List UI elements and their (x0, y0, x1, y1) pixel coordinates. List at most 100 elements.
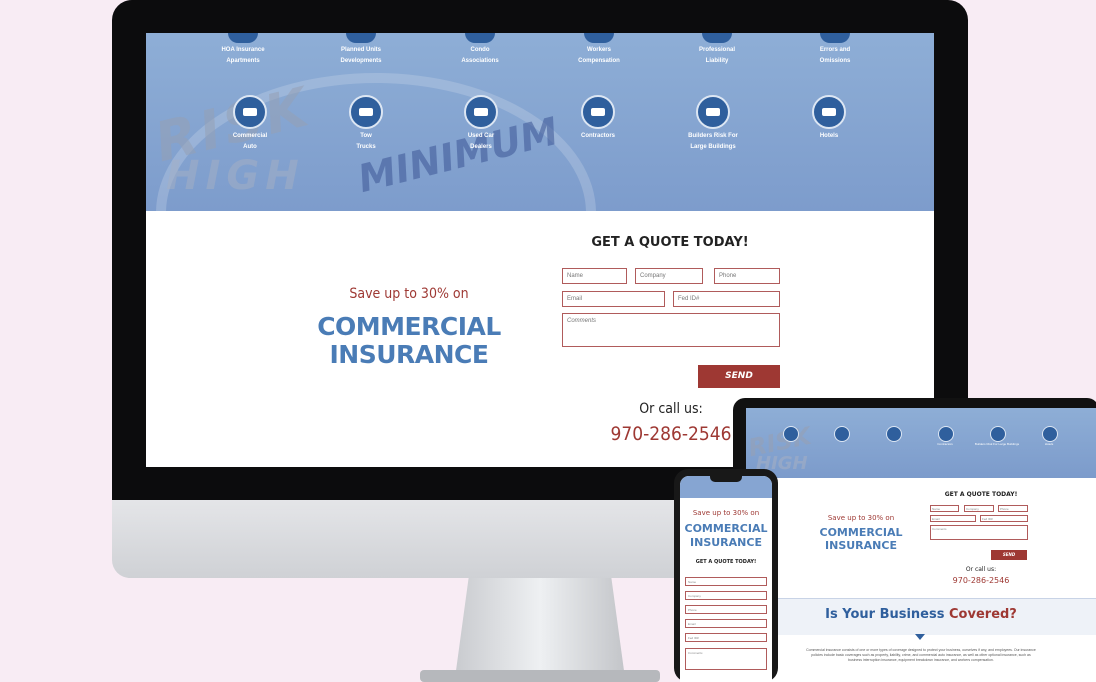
service-hoa[interactable]: HOA Insurance Apartments (188, 33, 298, 67)
phone-field[interactable]: Phone (714, 268, 780, 284)
tablet-label-hotels: Hotels (1044, 442, 1054, 446)
used-car-icon (464, 95, 498, 129)
service-workers-comp[interactable]: Workers Compensation (544, 33, 654, 67)
tablet-quote-title: GET A QUOTE TODAY! (944, 491, 1018, 498)
tablet-commercial-heading: COMMERCIAL INSURANCE (806, 526, 916, 552)
tablet-comments-field[interactable]: Comments (930, 525, 1028, 540)
service-used-car-dealers[interactable]: Used Car Dealers (426, 95, 536, 153)
service-label: Workers (587, 47, 611, 53)
phone-commercial-heading: COMMERCIAL INSURANCE (680, 522, 772, 550)
name-field[interactable]: Name (562, 268, 627, 284)
service-planned-units[interactable]: Planned Units Developments (306, 33, 416, 67)
covered-heading: Is Your Business Covered? (746, 607, 1096, 622)
heading-line-2: INSURANCE (825, 539, 897, 552)
tablet-fed-id-field[interactable]: Fed ID# (980, 515, 1028, 522)
tablet-hero: RISK HIGH Contractors Builders Risk For … (746, 408, 1096, 478)
heading-line-1: COMMERCIAL (819, 526, 903, 539)
tablet-phone-field[interactable]: Phone (998, 505, 1028, 512)
service-label: Planned Units (340, 47, 381, 53)
service-label: Condo (470, 47, 490, 53)
down-arrow-icon (915, 634, 925, 640)
service-builders-risk[interactable]: Builders Risk For Large Buildings (658, 95, 768, 153)
save-tagline: Save up to 30% on (349, 286, 469, 302)
workers-comp-icon (584, 33, 614, 43)
service-label: Errors and (819, 47, 851, 53)
tablet-label-builders: Builders Risk For Large Buildings (974, 442, 1020, 446)
service-label: Auto (243, 144, 257, 150)
service-label: Builders Risk For (688, 133, 738, 139)
imac-stand (455, 578, 625, 678)
service-label: Contractors (580, 133, 615, 139)
service-condo[interactable]: Condo Associations (425, 33, 535, 67)
covered-body-text: Commercial insurance consists of one or … (806, 648, 1036, 662)
hotel-icon[interactable] (1042, 426, 1058, 442)
phone-email-field[interactable]: Email (685, 619, 767, 628)
hoa-icon (228, 33, 258, 43)
phone-company-field[interactable]: Company (685, 591, 767, 600)
phone-number[interactable]: 970-286-2546 (601, 423, 741, 445)
service-label: Trucks (356, 144, 376, 150)
phone-name-field[interactable]: Name (685, 577, 767, 586)
service-label: Hotels (819, 133, 839, 139)
phone-comments-field[interactable]: Comments (685, 648, 767, 670)
imac-stand-base (420, 670, 660, 682)
phone-fed-id-field[interactable]: Fed ID# (685, 633, 767, 642)
hotel-icon (812, 95, 846, 129)
car-icon[interactable] (783, 426, 799, 442)
heading-line-2: INSURANCE (329, 340, 489, 369)
covered-prefix: Is Your Business (825, 607, 945, 622)
service-label: Commercial (232, 133, 268, 139)
tow-truck-icon[interactable] (834, 426, 850, 442)
hard-hat-icon (581, 95, 615, 129)
tablet-or-call: Or call us: (965, 566, 997, 573)
heading-line-2: INSURANCE (690, 536, 762, 549)
tablet-company-field[interactable]: Company (964, 505, 994, 512)
email-field[interactable]: Email (562, 291, 665, 307)
company-field[interactable]: Company (635, 268, 703, 284)
send-button[interactable]: SEND (698, 365, 780, 388)
phone-save-tagline: Save up to 30% on (692, 509, 760, 517)
planned-units-icon (346, 33, 376, 43)
service-label: Compensation (578, 58, 620, 64)
fed-id-field[interactable]: Fed ID# (673, 291, 780, 307)
phone-phone-field[interactable]: Phone (685, 605, 767, 614)
service-commercial-auto[interactable]: Commercial Auto (195, 95, 305, 153)
building-icon[interactable] (990, 426, 1006, 442)
service-label: HOA Insurance (221, 47, 265, 53)
commercial-insurance-heading: COMMERCIAL INSURANCE (304, 313, 514, 369)
hero-banner: RISK HIGH MINIMUM HOA Insurance Apartmen… (146, 33, 934, 211)
tablet-phone-number[interactable]: 970-286-2546 (941, 576, 1021, 585)
phone-screen: Save up to 30% on COMMERCIAL INSURANCE G… (680, 476, 772, 682)
service-errors-omissions[interactable]: Errors and Omissions (780, 33, 890, 67)
service-label: Omissions (819, 58, 851, 64)
or-call-label: Or call us: (639, 401, 703, 417)
tow-truck-icon (349, 95, 383, 129)
service-professional-liability[interactable]: Professional Liability (662, 33, 772, 67)
tablet-name-field[interactable]: Name (930, 505, 959, 512)
used-car-icon[interactable] (886, 426, 902, 442)
hard-hat-icon[interactable] (938, 426, 954, 442)
service-label: Liability (705, 58, 729, 64)
service-contractors[interactable]: Contractors (543, 95, 653, 142)
building-icon (696, 95, 730, 129)
tablet-email-field[interactable]: Email (930, 515, 976, 522)
comments-field[interactable]: Comments (562, 313, 780, 347)
phone-quote-title: GET A QUOTE TODAY! (695, 559, 757, 565)
service-label: Large Buildings (690, 144, 736, 150)
heading-line-1: COMMERCIAL (684, 522, 768, 535)
tablet-screen: RISK HIGH Contractors Builders Risk For … (746, 408, 1096, 682)
service-label: Used Car (467, 133, 495, 139)
hero-word-high: HIGH (166, 153, 305, 199)
service-tow-trucks[interactable]: Tow Trucks (311, 95, 421, 153)
condo-icon (465, 33, 495, 43)
tablet-send-button[interactable]: SEND (991, 550, 1027, 560)
service-label: Apartments (226, 58, 260, 64)
car-icon (233, 95, 267, 129)
service-label: Tow (360, 133, 372, 139)
service-label: Associations (461, 58, 499, 64)
service-hotels[interactable]: Hotels (774, 95, 884, 142)
phone-notch (710, 476, 742, 482)
tablet-label-contractors: Contractors (937, 442, 953, 446)
service-label: Dealers (470, 144, 492, 150)
covered-highlight: Covered? (949, 607, 1017, 622)
